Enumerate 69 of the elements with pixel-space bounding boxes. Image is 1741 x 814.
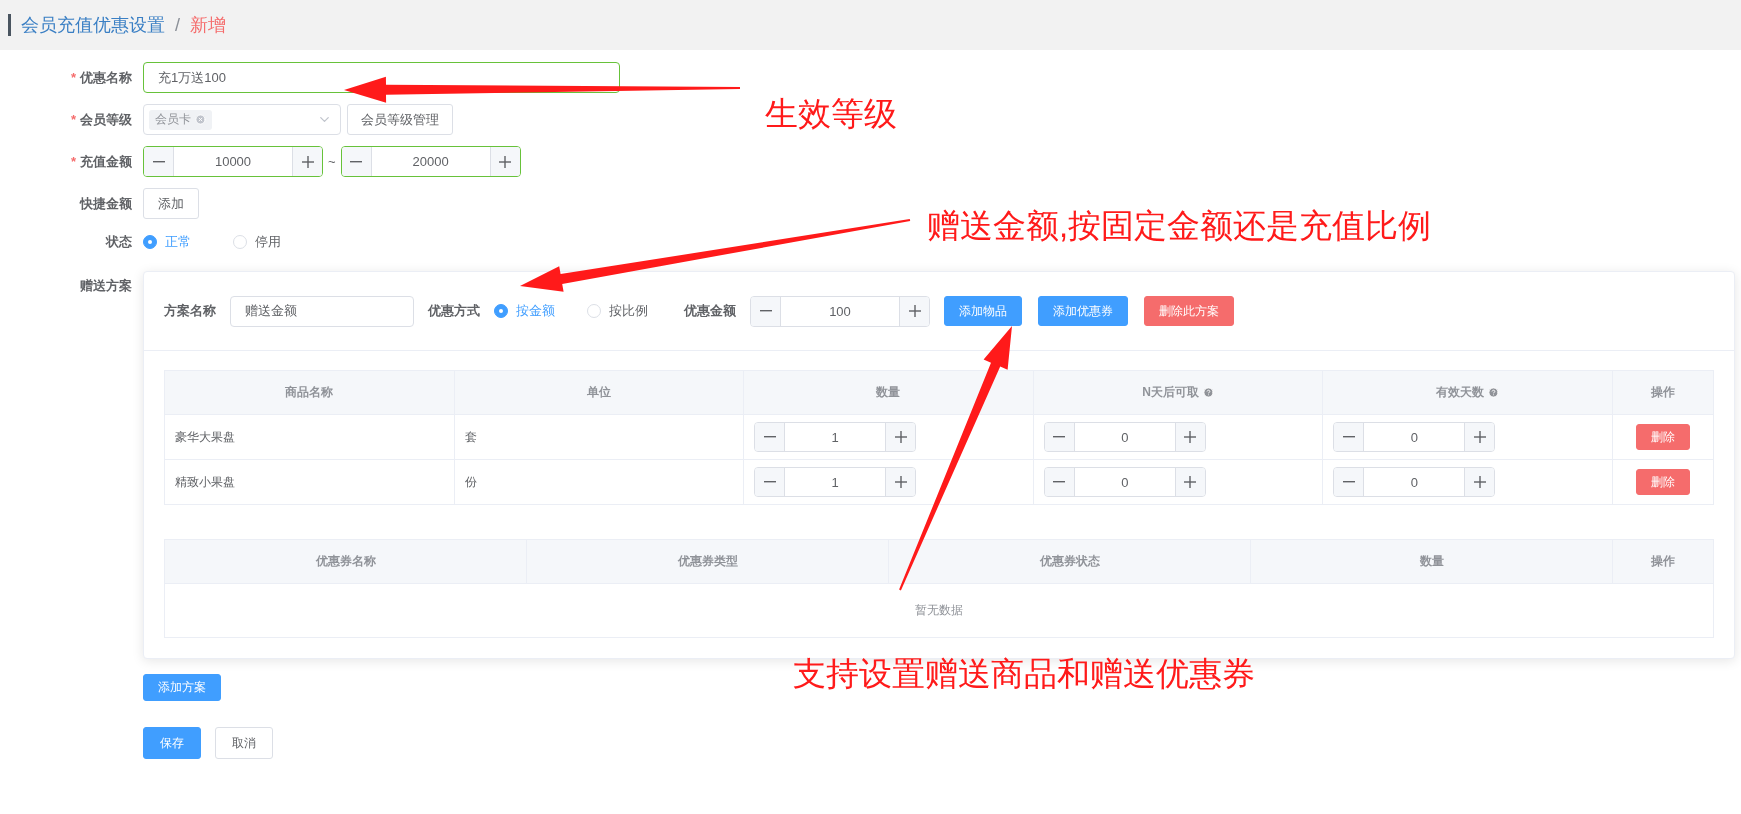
field-label: 优惠方式 [428, 302, 480, 320]
table-cell: 套 [454, 414, 744, 460]
table-cell: 份 [454, 459, 744, 505]
number-input[interactable]: 20000 [340, 146, 521, 177]
plus-icon [894, 476, 907, 488]
number-input[interactable]: 100 [750, 295, 930, 327]
plus-icon [1473, 431, 1486, 443]
radio-option[interactable]: 停用 [233, 233, 281, 251]
plus-icon [301, 155, 314, 168]
annotation-text: 支持设置赠送商品和赠送优惠券 [793, 654, 1255, 694]
annotation-text: 生效等级 [765, 94, 897, 134]
cancel-button[interactable]: 取消 [215, 727, 273, 759]
minus-icon [1053, 436, 1066, 438]
column-header: 优惠券状态 [888, 539, 1251, 584]
plus-icon [499, 155, 512, 168]
minus-icon [1342, 481, 1355, 483]
minus-icon [763, 481, 776, 483]
number-input[interactable]: 0 [1333, 467, 1496, 497]
plus-icon [1184, 431, 1197, 443]
column-header: 优惠券类型 [526, 539, 889, 584]
plus-icon [908, 305, 921, 317]
plus-icon [894, 431, 907, 443]
field-label: * 优惠名称 [70, 68, 132, 87]
number-input[interactable]: 0 [1043, 422, 1206, 452]
minus-icon [1342, 436, 1355, 438]
table-cell: 豪华大果盘 [164, 414, 455, 460]
field-label: 快捷金额 [80, 194, 132, 213]
column-header: 操作 [1612, 539, 1714, 584]
range-separator: ~ [328, 154, 336, 169]
number-input[interactable]: 0 [1043, 467, 1206, 497]
plan-name-input[interactable]: 赠送金额 [230, 295, 414, 327]
column-header: 数量 [743, 370, 1034, 415]
column-header: 数量 [1250, 539, 1613, 584]
empty-text: 暂无数据 [915, 603, 963, 617]
number-input[interactable]: 0 [1333, 422, 1496, 452]
minus-icon [1053, 481, 1066, 483]
number-input[interactable]: 1 [754, 467, 917, 497]
close-icon[interactable] [195, 114, 206, 125]
help-icon [1488, 387, 1500, 398]
breadcrumb-item[interactable]: 会员充值优惠设置 [21, 13, 165, 37]
level-tag: 会员卡 [149, 109, 212, 130]
number-input[interactable]: 1 [754, 422, 917, 452]
column-header: N天后可取 [1033, 370, 1323, 415]
number-input[interactable]: 10000 [143, 146, 323, 177]
column-header: 操作 [1612, 370, 1714, 415]
field-label: 优惠金额 [684, 302, 736, 320]
radio-option[interactable]: 按比例 [587, 302, 648, 320]
column-header: 商品名称 [164, 370, 455, 415]
field-label: 赠送方案 [80, 277, 132, 295]
column-header: 优惠券名称 [164, 539, 527, 584]
column-header: 单位 [454, 370, 744, 415]
breadcrumb-separator: / [175, 14, 180, 36]
minus-icon [350, 160, 363, 163]
column-header: 有效天数 [1322, 370, 1613, 415]
minus-icon [759, 310, 772, 312]
minus-icon [763, 436, 776, 438]
level-manage-button[interactable]: 会员等级管理 [347, 104, 453, 135]
plus-icon [1184, 476, 1197, 488]
add-button[interactable]: 添加 [143, 188, 199, 219]
help-icon [1202, 387, 1214, 398]
breadcrumb-item: 新增 [190, 14, 226, 37]
table-cell: 精致小果盘 [164, 459, 455, 505]
field-label: * 充值金额 [70, 152, 132, 171]
plus-icon [1473, 476, 1486, 488]
field-label: * 会员等级 [70, 110, 132, 129]
field-label: 状态 [106, 233, 132, 251]
minus-icon [152, 160, 165, 163]
annotation-text: 赠送金额,按固定金额还是充值比例 [927, 206, 1432, 246]
field-label: 方案名称 [164, 302, 216, 320]
